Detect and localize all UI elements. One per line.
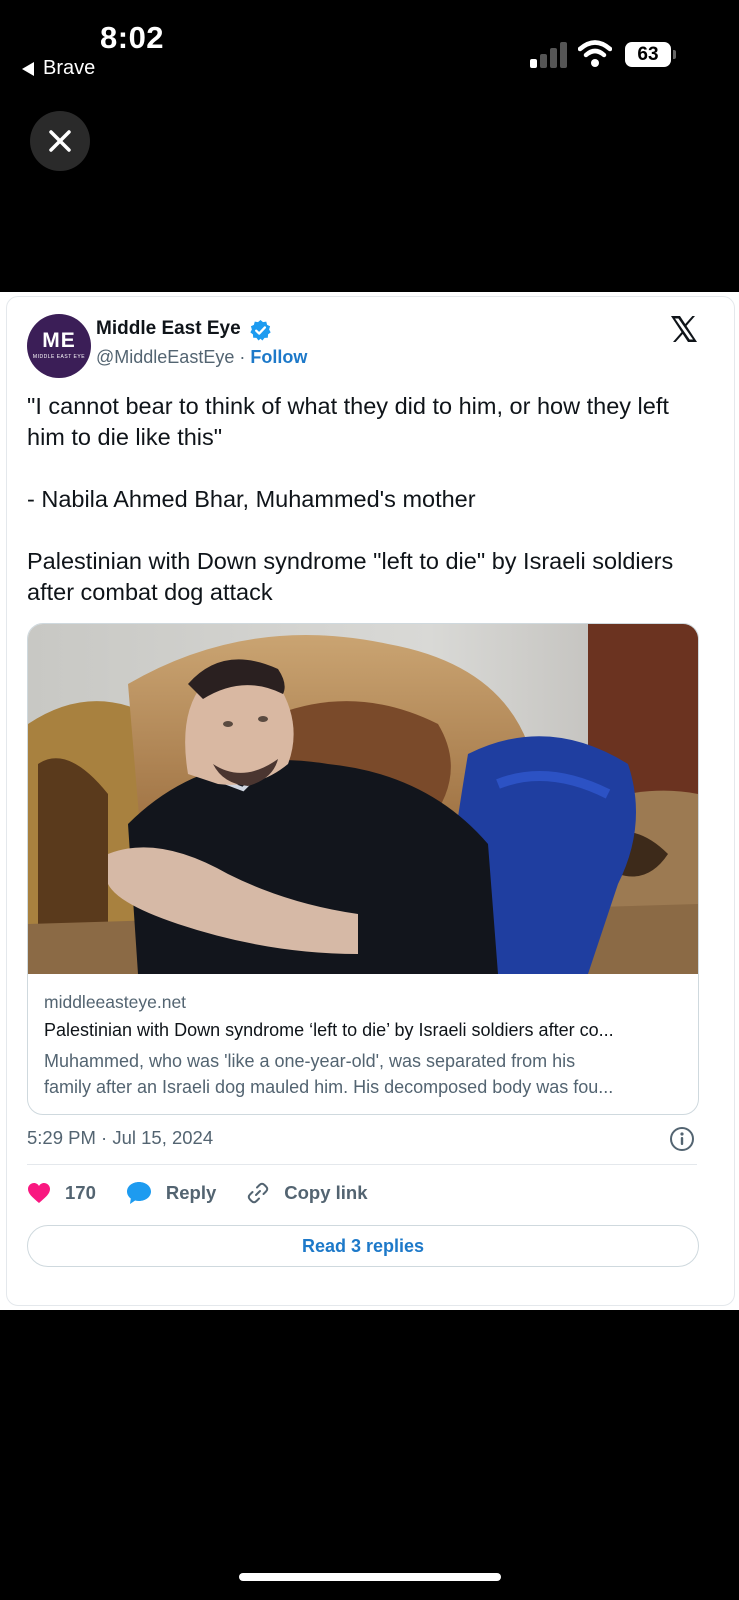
home-indicator[interactable] xyxy=(239,1573,501,1581)
battery-tip xyxy=(673,50,676,59)
x-logo-icon[interactable] xyxy=(669,314,699,344)
wifi-icon xyxy=(578,40,612,67)
link-description-line-1: Muhammed, who was 'like a one-year-old',… xyxy=(44,1051,576,1071)
close-button[interactable] xyxy=(30,111,90,171)
account-handle[interactable]: @MiddleEastEye xyxy=(96,347,234,367)
handle-line: @MiddleEastEye · Follow xyxy=(96,347,307,368)
like-button[interactable]: 170 xyxy=(27,1182,96,1204)
status-time: 8:02 xyxy=(100,20,165,55)
account-name[interactable]: Middle East Eye xyxy=(96,318,241,340)
avatar-logo-subtext: MIDDLE EAST EYE xyxy=(32,354,86,360)
avatar[interactable]: ME MIDDLE EAST EYE xyxy=(27,314,91,378)
tweet-embed: ME MIDDLE EAST EYE Middle East Eye @Midd… xyxy=(0,292,739,1310)
follow-link[interactable]: Follow xyxy=(250,347,307,367)
article-photo xyxy=(28,624,698,974)
verified-badge-icon xyxy=(250,319,271,341)
link-title: Palestinian with Down syndrome ‘left to … xyxy=(44,1020,614,1040)
back-to-app-link[interactable]: Brave xyxy=(22,57,95,80)
info-icon[interactable] xyxy=(669,1126,695,1152)
tweet-actions: 170 Reply Copy link xyxy=(27,1175,398,1211)
like-count: 170 xyxy=(65,1182,96,1203)
reply-bubble-icon xyxy=(126,1182,151,1204)
link-description: Muhammed, who was 'like a one-year-old',… xyxy=(44,1048,684,1100)
divider xyxy=(27,1164,697,1165)
battery-level: 63 xyxy=(625,42,671,67)
read-replies-button[interactable]: Read 3 replies xyxy=(27,1225,699,1267)
link-domain: middleeasteye.net xyxy=(44,992,187,1012)
tweet-headline: Palestinian with Down syndrome "left to … xyxy=(27,548,674,605)
close-icon xyxy=(49,130,71,152)
copy-link-label: Copy link xyxy=(284,1182,368,1203)
copy-link-button[interactable]: Copy link xyxy=(246,1181,368,1205)
heart-icon xyxy=(28,1183,50,1203)
tweet-timestamp[interactable]: 5:29 PM · Jul 15, 2024 xyxy=(27,1127,213,1149)
status-bar: 8:02 Brave 63 xyxy=(0,0,739,90)
back-arrow-icon xyxy=(22,61,34,76)
separator-dot: · xyxy=(239,347,246,367)
back-app-label: Brave xyxy=(43,57,96,79)
link-description-line-2: family after an Israeli dog mauled him. … xyxy=(44,1077,614,1097)
tweet-quote: "I cannot bear to think of what they did… xyxy=(27,393,669,450)
article-link-card[interactable]: middleeasteye.net Palestinian with Down … xyxy=(27,623,699,1115)
tweet-text: "I cannot bear to think of what they did… xyxy=(27,391,707,608)
link-icon xyxy=(248,1182,269,1204)
tweet-attribution: - Nabila Ahmed Bhar, Muhammed's mother xyxy=(27,486,476,512)
cellular-signal-icon xyxy=(530,42,567,68)
battery-icon: 63 xyxy=(625,42,676,67)
reply-label: Reply xyxy=(165,1182,217,1203)
reply-button[interactable]: Reply xyxy=(126,1181,216,1205)
tweet-card: ME MIDDLE EAST EYE Middle East Eye @Midd… xyxy=(6,296,735,1306)
avatar-logo-text: ME xyxy=(42,329,76,352)
